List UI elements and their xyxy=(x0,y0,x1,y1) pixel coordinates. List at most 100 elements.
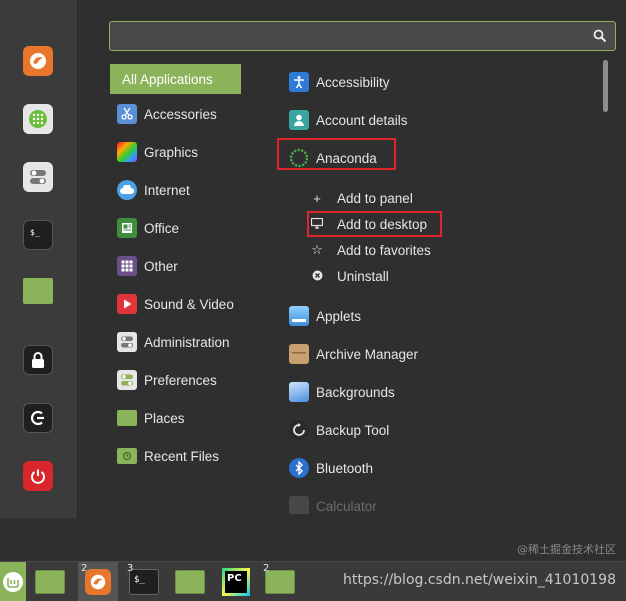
category-internet[interactable]: Internet xyxy=(110,175,241,205)
taskbar-window[interactable]: 2 xyxy=(260,562,300,601)
context-label: Add to panel xyxy=(337,190,413,206)
anaconda-icon xyxy=(289,148,309,168)
mint-logo-icon xyxy=(3,572,23,592)
favorites-sidebar: $_ xyxy=(0,0,78,518)
context-add-to-panel[interactable]: + Add to panel xyxy=(307,186,413,210)
office-icon xyxy=(117,218,137,238)
terminal-icon: $_ xyxy=(129,569,159,595)
accessibility-icon xyxy=(289,72,309,92)
backup-icon xyxy=(289,420,309,440)
application-list: Accessibility Account details Anaconda +… xyxy=(282,64,602,514)
context-label: Add to favorites xyxy=(337,242,431,258)
app-accessibility[interactable]: Accessibility xyxy=(282,67,582,97)
lock-icon[interactable] xyxy=(23,345,53,375)
category-sound-video[interactable]: Sound & Video xyxy=(110,289,241,319)
category-label: Other xyxy=(144,258,178,274)
window-count-badge: 3 xyxy=(127,563,134,574)
watermark-top: @稀土掘金技术社区 xyxy=(517,543,616,556)
graphics-icon xyxy=(117,142,137,162)
category-label: Sound & Video xyxy=(144,296,234,312)
category-accessories[interactable]: Accessories xyxy=(110,99,241,129)
recent-folder-icon xyxy=(117,448,137,464)
pycharm-icon: PC xyxy=(222,568,250,596)
app-applets[interactable]: Applets xyxy=(282,301,582,331)
window-count-badge: 2 xyxy=(81,563,88,574)
bluetooth-icon xyxy=(289,458,309,478)
category-label: Internet xyxy=(144,182,190,198)
search-icon[interactable] xyxy=(593,29,607,43)
app-label: Applets xyxy=(316,308,362,324)
category-label: Administration xyxy=(144,334,230,350)
search-input[interactable] xyxy=(116,26,586,46)
folder-icon xyxy=(265,570,295,594)
category-label: Places xyxy=(144,410,185,426)
menu-button[interactable] xyxy=(0,562,26,601)
category-office[interactable]: Office xyxy=(110,213,241,243)
folder-icon xyxy=(35,570,65,594)
search-box[interactable] xyxy=(109,21,616,51)
uninstall-icon xyxy=(307,269,327,284)
category-other[interactable]: Other xyxy=(110,251,241,281)
app-bluetooth[interactable]: Bluetooth xyxy=(282,453,582,483)
play-icon xyxy=(117,294,137,314)
toggle-green-icon xyxy=(117,370,137,390)
cloud-icon xyxy=(117,180,137,200)
software-manager-icon[interactable] xyxy=(23,104,53,134)
firefox-icon[interactable] xyxy=(23,46,53,76)
category-graphics[interactable]: Graphics xyxy=(110,137,241,167)
taskbar-terminal[interactable]: 3 $_ xyxy=(124,562,164,601)
app-backgrounds[interactable]: Backgrounds xyxy=(282,377,582,407)
app-account-details[interactable]: Account details xyxy=(282,105,582,135)
app-label: Bluetooth xyxy=(316,460,374,476)
app-label: Backup Tool xyxy=(316,422,390,438)
app-label: Accessibility xyxy=(316,74,390,90)
app-archive-manager[interactable]: Archive Manager xyxy=(282,339,582,369)
folder-icon xyxy=(117,410,137,426)
context-add-to-desktop[interactable]: Add to desktop xyxy=(307,212,427,236)
category-label: All Applications xyxy=(122,71,213,87)
context-label: Add to desktop xyxy=(337,216,428,232)
terminal-icon[interactable]: $_ xyxy=(23,220,53,250)
account-icon xyxy=(289,110,309,130)
category-label: Accessories xyxy=(144,106,217,122)
app-backup-tool[interactable]: Backup Tool xyxy=(282,415,582,445)
watermark: https://blog.csdn.net/weixin_41010198 xyxy=(342,572,616,588)
app-label: Backgrounds xyxy=(316,384,395,400)
applets-icon xyxy=(289,306,309,326)
backgrounds-icon xyxy=(289,382,309,402)
taskbar: 2 3 $_ PC 2 https://blog.csdn.net/weixin… xyxy=(0,561,626,601)
category-label: Graphics xyxy=(144,144,199,160)
shutdown-icon[interactable] xyxy=(23,461,53,491)
app-label: Calculator xyxy=(316,498,377,514)
scrollbar-thumb[interactable] xyxy=(603,60,608,112)
firefox-icon xyxy=(85,569,111,595)
category-label: Office xyxy=(144,220,180,236)
category-places[interactable]: Places xyxy=(110,403,241,433)
taskbar-files[interactable] xyxy=(170,562,210,601)
archive-icon xyxy=(289,344,309,364)
context-label: Uninstall xyxy=(337,268,389,284)
category-label: Recent Files xyxy=(144,448,220,464)
folder-icon xyxy=(175,570,205,594)
settings-toggle-icon[interactable] xyxy=(23,162,53,192)
context-uninstall[interactable]: Uninstall xyxy=(307,264,389,288)
category-preferences[interactable]: Preferences xyxy=(110,365,241,395)
app-calculator[interactable]: Calculator xyxy=(282,491,582,514)
app-anaconda[interactable]: Anaconda xyxy=(282,143,582,173)
taskbar-firefox[interactable]: 2 xyxy=(78,562,118,601)
taskbar-folder[interactable] xyxy=(30,562,70,601)
category-administration[interactable]: Administration xyxy=(110,327,241,357)
logout-icon[interactable] xyxy=(23,403,53,433)
context-add-to-favorites[interactable]: ☆ Add to favorites xyxy=(307,238,431,262)
window-count-badge: 2 xyxy=(263,563,270,574)
star-icon: ☆ xyxy=(311,242,323,257)
monitor-icon xyxy=(307,217,327,232)
application-menu: $_ All Applications Accessories Graphics… xyxy=(0,0,626,518)
folder-icon[interactable] xyxy=(23,278,53,304)
category-all-applications[interactable]: All Applications xyxy=(110,64,241,94)
svg-text:$_: $_ xyxy=(30,228,40,237)
category-recent-files[interactable]: Recent Files xyxy=(110,441,241,471)
taskbar-pycharm[interactable]: PC xyxy=(216,562,256,601)
app-label: Archive Manager xyxy=(316,346,419,362)
plus-icon: + xyxy=(313,190,321,206)
